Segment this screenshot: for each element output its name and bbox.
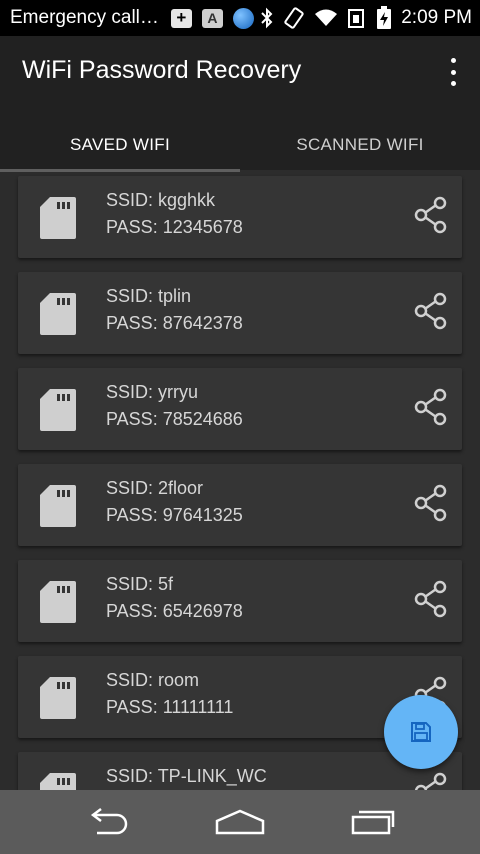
share-icon[interactable] — [414, 580, 448, 618]
status-bar: Emergency call… + A 2:09 PM — [0, 0, 480, 36]
wifi-card[interactable]: SSID: 2floor PASS: 97641325 — [18, 464, 462, 546]
share-icon[interactable] — [414, 292, 448, 330]
sd-card-icon — [40, 485, 76, 527]
save-fab-button[interactable] — [384, 695, 458, 769]
password-text: PASS: 65426978 — [106, 601, 243, 621]
wifi-card[interactable]: SSID: tplin PASS: 87642378 — [18, 272, 462, 354]
recents-button[interactable] — [343, 802, 403, 842]
a-icon: A — [201, 8, 223, 28]
battery-charging-icon — [377, 6, 392, 29]
share-icon[interactable] — [414, 772, 448, 790]
back-icon — [90, 808, 127, 835]
clock: 2:09 PM — [401, 7, 472, 28]
wifi-card[interactable]: SSID: 5f PASS: 65426978 — [18, 560, 462, 642]
home-icon — [215, 809, 265, 835]
tab-saved-wifi-label: SAVED WIFI — [70, 135, 170, 154]
more-vert-icon[interactable] — [448, 58, 458, 86]
system-nav-bar — [0, 790, 480, 854]
app-bar: WiFi Password Recovery SAVED WIFI SCANNE… — [0, 36, 480, 172]
share-icon[interactable] — [414, 484, 448, 522]
ssid-text: SSID: yrryu — [106, 382, 199, 402]
home-button[interactable] — [210, 802, 270, 842]
share-icon[interactable] — [414, 388, 448, 426]
ssid-text: SSID: kgghkk — [106, 190, 216, 210]
password-text: PASS: 87642378 — [106, 313, 243, 333]
bluetooth-icon — [261, 7, 273, 29]
data-icon — [348, 9, 365, 28]
ssid-text: SSID: 2floor — [106, 478, 204, 498]
back-button[interactable] — [77, 802, 137, 842]
wifi-card[interactable]: SSID: yrryu PASS: 78524686 — [18, 368, 462, 450]
password-text: PASS: 97641325 — [106, 505, 243, 525]
ssid-text: SSID: tplin — [106, 286, 192, 306]
sd-card-icon — [40, 773, 76, 790]
save-icon — [411, 722, 431, 742]
system-icons: 2:09 PM — [260, 6, 472, 30]
globe-icon — [232, 7, 254, 29]
password-text: PASS: 11111111 — [106, 697, 234, 717]
sd-card-icon — [40, 677, 76, 719]
tab-scanned-wifi-label: SCANNED WIFI — [296, 135, 424, 154]
share-icon[interactable] — [414, 196, 448, 234]
tab-scanned-wifi[interactable]: SCANNED WIFI — [240, 120, 480, 170]
wifi-card[interactable]: SSID: kgghkk PASS: 12345678 — [18, 176, 462, 258]
ssid-text: SSID: TP-LINK_WC — [106, 766, 267, 786]
sd-card-icon — [40, 293, 76, 335]
tab-bar: SAVED WIFI SCANNED WIFI — [0, 120, 480, 172]
password-text: PASS: 12345678 — [106, 217, 243, 237]
notification-icons: + A — [170, 7, 254, 29]
recents-icon — [352, 810, 395, 835]
wifi-icon — [315, 9, 338, 26]
app-title: WiFi Password Recovery — [22, 56, 302, 84]
rotation-icon — [284, 7, 304, 29]
tab-saved-wifi[interactable]: SAVED WIFI — [0, 120, 240, 172]
sd-card-icon — [40, 389, 76, 431]
ssid-text: SSID: room — [106, 670, 200, 690]
sd-card-icon — [40, 581, 76, 623]
password-text: PASS: 78524686 — [106, 409, 243, 429]
plus-icon: + — [170, 8, 192, 28]
carrier-text: Emergency call… — [10, 7, 159, 28]
ssid-text: SSID: 5f — [106, 574, 174, 594]
sd-card-icon — [40, 197, 76, 239]
